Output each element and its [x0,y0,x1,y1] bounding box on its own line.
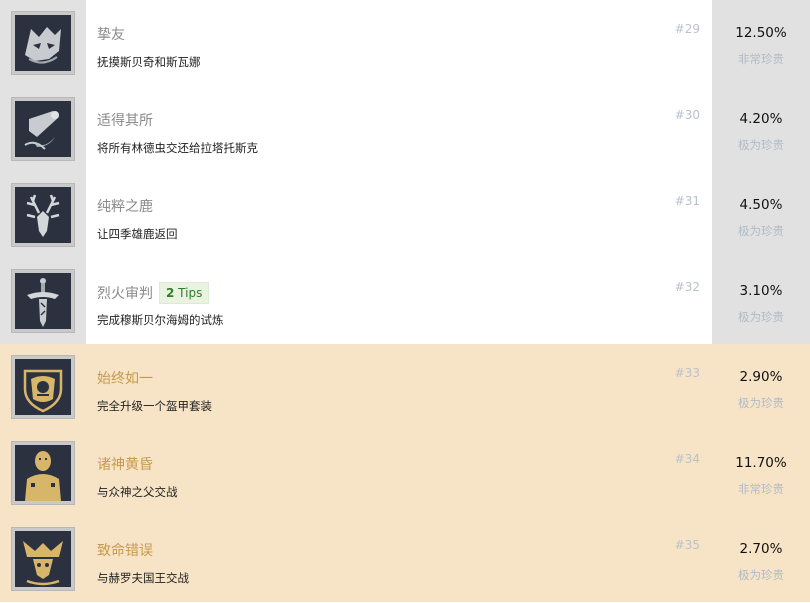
wolf-icon [15,15,71,71]
achievement-content: 始终如一 完全升级一个盔甲套装 #33 [86,344,712,430]
king-crest-icon [15,531,71,587]
achievement-icon-cell [0,258,86,344]
achievement-description: 与众神之父交战 [97,485,178,499]
achievement-rarity: 极为珍贵 [738,224,784,238]
achievement-icon-cell [0,344,86,430]
achievement-row[interactable]: 纯粹之鹿 让四季雄鹿返回 #31 4.50% 极为珍贵 [0,172,810,258]
achievement-percent: 4.20% [739,111,783,127]
achievement-row[interactable]: 适得其所 将所有林德虫交还给拉塔托斯克 #30 4.20% 极为珍贵 [0,86,810,172]
achievement-stats: 2.70% 极为珍贵 [712,516,810,602]
achievement-description: 让四季雄鹿返回 [97,227,178,241]
achievement-title: 纯粹之鹿 [97,199,153,215]
achievement-rarity: 非常珍贵 [738,482,784,496]
achievement-rarity: 极为珍贵 [738,138,784,152]
achievement-icon-cell [0,86,86,172]
icon-frame [11,441,75,505]
achievement-description: 完全升级一个盔甲套装 [97,399,212,413]
achievement-title: 致命错误 [97,543,153,559]
icon-frame [11,355,75,419]
achievement-percent: 2.70% [739,541,783,557]
achievement-content: 挚友 抚摸斯贝奇和斯瓦娜 #29 [86,0,712,86]
achievement-row[interactable]: 诸神黄昏 与众神之父交战 #34 11.70% 非常珍贵 [0,430,810,516]
achievement-content: 适得其所 将所有林德虫交还给拉塔托斯克 #30 [86,86,712,172]
achievement-list: 挚友 抚摸斯贝奇和斯瓦娜 #29 12.50% 非常珍贵 适得其所 将所有林德虫… [0,0,810,602]
icon-frame [11,97,75,161]
achievement-row[interactable]: 始终如一 完全升级一个盔甲套装 #33 2.90% 极为珍贵 [0,344,810,430]
god-figure-icon [15,445,71,501]
achievement-rarity: 极为珍贵 [738,568,784,582]
achievement-rarity: 极为珍贵 [738,310,784,324]
achievement-description: 与赫罗夫国王交战 [97,571,189,585]
achievement-stats: 11.70% 非常珍贵 [712,430,810,516]
achievement-icon-cell [0,430,86,516]
stag-icon [15,187,71,243]
achievement-number: #30 [674,108,700,122]
achievement-number: #31 [674,194,700,208]
achievement-stats: 4.20% 极为珍贵 [712,86,810,172]
achievement-content: 纯粹之鹿 让四季雄鹿返回 #31 [86,172,712,258]
scroll-icon [15,101,71,157]
achievement-icon-cell [0,0,86,86]
achievement-content: 诸神黄昏 与众神之父交战 #34 [86,430,712,516]
achievement-description: 完成穆斯贝尔海姆的试炼 [97,313,224,327]
achievement-percent: 3.10% [739,283,783,299]
achievement-stats: 4.50% 极为珍贵 [712,172,810,258]
achievement-number: #34 [674,452,700,466]
icon-frame [11,527,75,591]
achievement-percent: 11.70% [735,455,787,471]
armor-crest-icon [15,359,71,415]
achievement-icon-cell [0,516,86,602]
achievement-description: 抚摸斯贝奇和斯瓦娜 [97,55,201,69]
achievement-content: 烈火审判 2 Tips 完成穆斯贝尔海姆的试炼 #32 [86,258,712,344]
achievement-row[interactable]: 烈火审判 2 Tips 完成穆斯贝尔海姆的试炼 #32 3.10% 极为珍贵 [0,258,810,344]
tips-badge[interactable]: 2 Tips [159,282,210,304]
achievement-number: #33 [674,366,700,380]
achievement-row[interactable]: 挚友 抚摸斯贝奇和斯瓦娜 #29 12.50% 非常珍贵 [0,0,810,86]
achievement-description: 将所有林德虫交还给拉塔托斯克 [97,141,258,155]
achievement-number: #35 [674,538,700,552]
achievement-rarity: 极为珍贵 [738,396,784,410]
achievement-percent: 2.90% [739,369,783,385]
sword-icon [15,273,71,329]
icon-frame [11,11,75,75]
achievement-title: 烈火审判 2 Tips [97,282,210,304]
achievement-percent: 4.50% [739,197,783,213]
achievement-row[interactable]: 致命错误 与赫罗夫国王交战 #35 2.70% 极为珍贵 [0,516,810,602]
achievement-title: 适得其所 [97,113,153,129]
achievement-title: 诸神黄昏 [97,457,153,473]
achievement-number: #32 [674,280,700,294]
achievement-stats: 3.10% 极为珍贵 [712,258,810,344]
achievement-stats: 12.50% 非常珍贵 [712,0,810,86]
achievement-icon-cell [0,172,86,258]
achievement-number: #29 [674,22,700,36]
achievement-percent: 12.50% [735,25,787,41]
achievement-stats: 2.90% 极为珍贵 [712,344,810,430]
icon-frame [11,269,75,333]
achievement-content: 致命错误 与赫罗夫国王交战 #35 [86,516,712,602]
achievement-title: 始终如一 [97,371,153,387]
achievement-rarity: 非常珍贵 [738,52,784,66]
icon-frame [11,183,75,247]
achievement-title: 挚友 [97,27,125,43]
